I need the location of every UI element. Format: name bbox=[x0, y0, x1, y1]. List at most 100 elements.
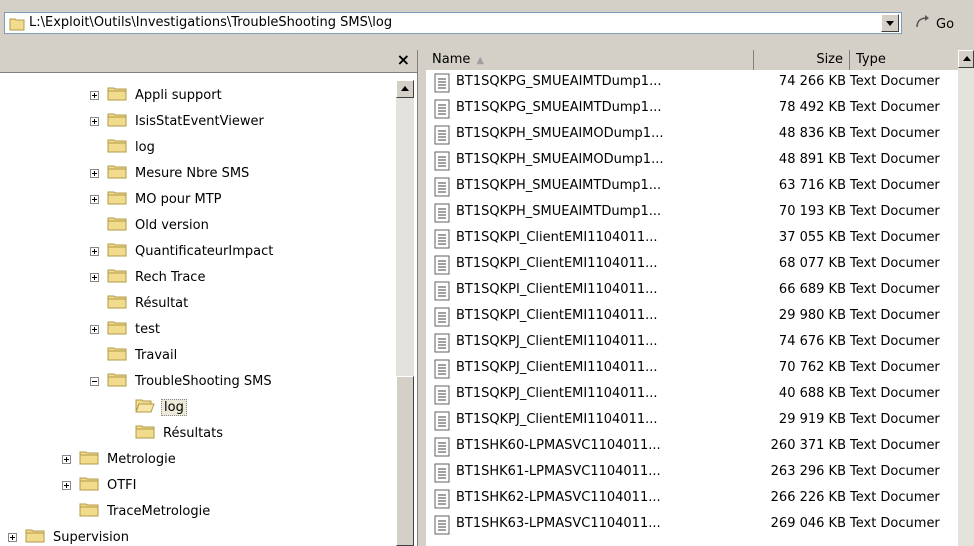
folder-icon bbox=[107, 215, 127, 235]
file-size: 48 891 KB bbox=[778, 152, 846, 167]
folder-icon bbox=[79, 475, 99, 495]
expand-icon[interactable] bbox=[90, 168, 99, 178]
tree-item[interactable]: log bbox=[90, 134, 157, 160]
file-type: Text Documer bbox=[850, 282, 940, 297]
column-name-label: Name bbox=[432, 52, 471, 67]
scroll-up-button[interactable] bbox=[396, 80, 414, 98]
expand-icon[interactable] bbox=[90, 324, 99, 334]
folder-icon bbox=[79, 449, 99, 469]
tree-item[interactable]: Supervision bbox=[8, 524, 131, 546]
file-row[interactable]: BT1SQKPH_SMUEAIMTDump1... 70 193 KB Text D… bbox=[426, 202, 974, 224]
list-vertical-scrollbar[interactable] bbox=[958, 50, 974, 546]
folder-icon bbox=[107, 189, 127, 209]
tree-item[interactable]: Rech Trace bbox=[90, 264, 207, 290]
column-header-size[interactable]: Size bbox=[754, 50, 850, 70]
file-row[interactable]: BT1SQKPI_ClientEMI1104011... 37 055 KB Tex… bbox=[426, 228, 974, 250]
tree-item[interactable]: TraceMetrologie bbox=[62, 498, 212, 524]
tree-item[interactable]: Metrologie bbox=[62, 446, 178, 472]
tree-item-label: OTFI bbox=[107, 477, 137, 493]
file-type: Text Documer bbox=[850, 334, 940, 349]
expand-icon[interactable] bbox=[90, 116, 99, 126]
file-row[interactable]: BT1SQKPH_SMUEAIMODump1... 48 891 KB Text D… bbox=[426, 150, 974, 172]
file-row[interactable]: BT1SHK62-LPMASVC1104011... 266 226 KB Text… bbox=[426, 488, 974, 510]
file-size: 266 226 KB bbox=[770, 490, 846, 505]
column-size-label: Size bbox=[816, 52, 843, 67]
tree-item[interactable]: MO pour MTP bbox=[90, 186, 224, 212]
tree-vertical-scrollbar[interactable] bbox=[396, 80, 414, 546]
file-row[interactable]: BT1SQKPH_SMUEAIMODump1... 48 836 KB Text D… bbox=[426, 124, 974, 146]
file-row[interactable]: BT1SQKPI_ClientEMI1104011... 68 077 KB Tex… bbox=[426, 254, 974, 276]
folder-icon bbox=[25, 527, 45, 546]
tree-item[interactable]: IsisStatEventViewer bbox=[90, 108, 266, 134]
file-row[interactable]: BT1SQKPG_SMUEAIMTDump1... 78 492 KB Text D… bbox=[426, 98, 974, 120]
column-header-name[interactable]: Name ▲ bbox=[426, 50, 754, 70]
file-row[interactable]: BT1SQKPJ_ClientEMI1104011... 40 688 KB Tex… bbox=[426, 384, 974, 406]
tree-item[interactable]: Résultats bbox=[118, 420, 225, 446]
expand-icon[interactable] bbox=[62, 480, 71, 490]
file-type: Text Documer bbox=[850, 74, 940, 89]
file-size: 66 689 KB bbox=[778, 282, 846, 297]
folder-icon bbox=[9, 17, 25, 35]
tree-item[interactable]: test bbox=[90, 316, 162, 342]
tree-item[interactable]: TroubleShooting SMS bbox=[90, 368, 274, 394]
file-size: 74 676 KB bbox=[778, 334, 846, 349]
file-list-pane: Name ▲ Size Type BT1SQKPG_SMUEAIMTDump1..… bbox=[426, 50, 974, 546]
folder-icon bbox=[135, 423, 155, 443]
address-dropdown-button[interactable] bbox=[881, 14, 899, 32]
expand-icon[interactable] bbox=[90, 246, 99, 256]
tree-item-label: QuantificateurImpact bbox=[135, 243, 274, 259]
scroll-thumb[interactable] bbox=[396, 376, 414, 546]
expand-icon[interactable] bbox=[90, 90, 99, 100]
file-size: 48 836 KB bbox=[778, 126, 846, 141]
expand-icon[interactable] bbox=[90, 194, 99, 204]
tree-item-label: Metrologie bbox=[107, 451, 176, 467]
file-size: 29 980 KB bbox=[778, 308, 846, 323]
tree-item[interactable]: Appli support bbox=[90, 82, 224, 108]
tree-item-label: TraceMetrologie bbox=[107, 503, 211, 519]
folder-icon bbox=[107, 293, 127, 313]
tree-item[interactable]: Travail bbox=[90, 342, 179, 368]
tree-item[interactable]: Mesure Nbre SMS bbox=[90, 160, 251, 186]
close-tree-button[interactable]: × bbox=[397, 51, 410, 69]
file-row[interactable]: BT1SQKPH_SMUEAIMTDump1... 63 716 KB Text D… bbox=[426, 176, 974, 198]
file-row[interactable]: BT1SQKPI_ClientEMI1104011... 29 980 KB Tex… bbox=[426, 306, 974, 328]
file-size: 269 046 KB bbox=[770, 516, 846, 531]
list-scroll-up-button[interactable] bbox=[958, 50, 974, 68]
tree-item[interactable]: Old version bbox=[90, 212, 211, 238]
tree-item-label: Old version bbox=[135, 217, 209, 233]
address-path[interactable]: L:\Exploit\Outils\Investigations\Trouble… bbox=[29, 15, 392, 30]
file-row[interactable]: BT1SHK60-LPMASVC1104011... 260 371 KB Text… bbox=[426, 436, 974, 458]
go-button[interactable]: Go bbox=[914, 14, 954, 34]
file-size: 74 266 KB bbox=[778, 74, 846, 89]
file-size: 260 371 KB bbox=[770, 438, 846, 453]
file-row[interactable]: BT1SQKPJ_ClientEMI1104011... 74 676 KB Tex… bbox=[426, 332, 974, 354]
expand-icon[interactable] bbox=[8, 532, 17, 542]
column-header-type[interactable]: Type bbox=[850, 50, 958, 70]
expand-icon[interactable] bbox=[62, 454, 71, 464]
go-label: Go bbox=[936, 16, 955, 32]
tree-item[interactable]: OTFI bbox=[62, 472, 139, 498]
collapse-icon[interactable] bbox=[90, 376, 99, 386]
tree-item[interactable]: Résultat bbox=[90, 290, 190, 316]
file-row[interactable]: BT1SQKPJ_ClientEMI1104011... 70 762 KB Tex… bbox=[426, 358, 974, 380]
file-row[interactable]: BT1SQKPI_ClientEMI1104011... 66 689 KB Tex… bbox=[426, 280, 974, 302]
file-type: Text Documer bbox=[850, 386, 940, 401]
file-type: Text Documer bbox=[850, 152, 940, 167]
address-field[interactable]: L:\Exploit\Outils\Investigations\Trouble… bbox=[4, 12, 902, 34]
file-type: Text Documer bbox=[850, 438, 940, 453]
folder-icon bbox=[107, 345, 127, 365]
file-type: Text Documer bbox=[850, 516, 940, 531]
file-row[interactable]: BT1SQKPG_SMUEAIMTDump1... 74 266 KB Text D… bbox=[426, 72, 974, 94]
file-row[interactable]: BT1SQKPJ_ClientEMI1104011... 29 919 KB Tex… bbox=[426, 410, 974, 432]
expand-icon[interactable] bbox=[90, 272, 99, 282]
file-row[interactable]: BT1SHK63-LPMASVC1104011... 269 046 KB Text… bbox=[426, 514, 974, 536]
file-row[interactable]: BT1SHK61-LPMASVC1104011... 263 296 KB Text… bbox=[426, 462, 974, 484]
file-type: Text Documer bbox=[850, 464, 940, 479]
tree-item[interactable]: log bbox=[118, 394, 187, 420]
pane-splitter[interactable] bbox=[418, 50, 426, 546]
tree-item-label: Appli support bbox=[135, 87, 222, 103]
tree-item[interactable]: QuantificateurImpact bbox=[90, 238, 275, 264]
column-headers: Name ▲ Size Type bbox=[426, 50, 974, 70]
file-type: Text Documer bbox=[850, 308, 940, 323]
file-size: 68 077 KB bbox=[778, 256, 846, 271]
